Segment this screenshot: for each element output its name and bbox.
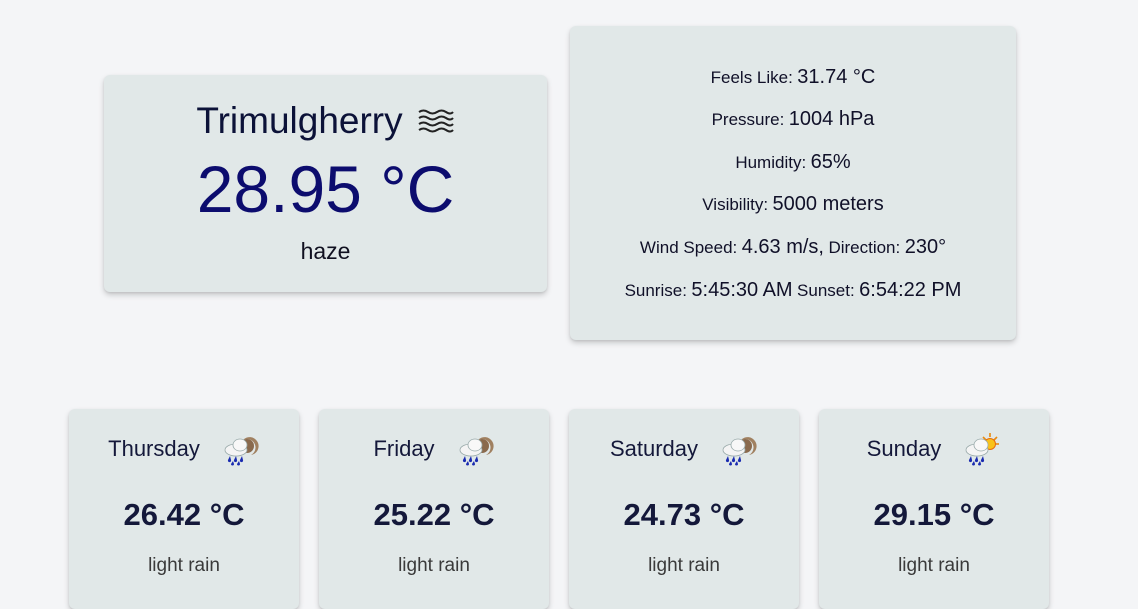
feels-like-label: Feels Like:: [710, 68, 793, 87]
current-weather-card: Trimulgherry 28.95 °C haze: [104, 75, 547, 292]
forecast-day: Thursday: [108, 436, 200, 461]
rain-day-icon: [961, 431, 1001, 467]
forecast-temperature: 26.42 °C: [123, 497, 245, 532]
weather-details-card: Feels Like: 31.74 °C Pressure: 1004 hPa …: [570, 26, 1016, 340]
sunrise-label: Sunrise:: [624, 281, 687, 300]
forecast-temperature: 24.73 °C: [623, 497, 745, 532]
wind-direction-value: 230°: [904, 236, 947, 258]
haze-icon: [417, 108, 455, 134]
city-name: Trimulgherry: [196, 100, 403, 141]
forecast-description: light rain: [148, 555, 220, 576]
rain-night-icon: [718, 431, 758, 467]
sunset-value: 6:54:22 PM: [859, 279, 962, 301]
sunset-label: Sunset:: [797, 281, 855, 300]
wind-speed-value: 4.63 m/s,: [741, 236, 824, 258]
rain-night-icon: [455, 431, 495, 467]
current-description: haze: [300, 238, 351, 264]
feels-like-value: 31.74 °C: [797, 66, 876, 88]
city-row: Trimulgherry: [104, 99, 547, 143]
forecast-day: Sunday: [866, 436, 942, 461]
forecast-header: Sunday: [819, 429, 1049, 469]
forecast-description: light rain: [898, 555, 970, 576]
humidity-value: 65%: [810, 151, 851, 173]
rain-night-icon: [220, 431, 260, 467]
forecast-description: light rain: [398, 555, 470, 576]
pressure-value: 1004 hPa: [788, 108, 875, 130]
forecast-temperature: 25.22 °C: [373, 497, 495, 532]
sun-row: Sunrise: 5:45:30 AM Sunset: 6:54:22 PM: [570, 277, 1016, 305]
pressure-label: Pressure:: [711, 110, 785, 129]
visibility-label: Visibility:: [702, 195, 769, 214]
forecast-card-thursday: Thursday 26.42 °C light rain: [69, 409, 299, 609]
visibility-row: Visibility: 5000 meters: [570, 191, 1016, 219]
forecast-description: light rain: [648, 555, 720, 576]
pressure-row: Pressure: 1004 hPa: [570, 106, 1016, 134]
forecast-header: Thursday: [69, 429, 299, 469]
forecast-header: Friday: [319, 429, 549, 469]
feels-like-row: Feels Like: 31.74 °C: [570, 64, 1016, 92]
forecast-header: Saturday: [569, 429, 799, 469]
forecast-day: Saturday: [609, 436, 699, 461]
current-temperature: 28.95 °C: [196, 152, 455, 226]
sunrise-value: 5:45:30 AM: [691, 279, 793, 301]
forecast-card-sunday: Sunday 29.15 °C light rain: [819, 409, 1049, 609]
forecast-card-friday: Friday 25.22 °C light rain: [319, 409, 549, 609]
humidity-label: Humidity:: [735, 153, 807, 172]
wind-row: Wind Speed: 4.63 m/s, Direction: 230°: [570, 234, 1016, 262]
visibility-value: 5000 meters: [772, 193, 884, 215]
forecast-card-saturday: Saturday 24.73 °C light rain: [569, 409, 799, 609]
wind-speed-label: Wind Speed:: [639, 238, 738, 257]
wind-direction-label: Direction:: [828, 238, 901, 257]
forecast-temperature: 29.15 °C: [873, 497, 995, 532]
humidity-row: Humidity: 65%: [570, 149, 1016, 177]
forecast-day: Friday: [373, 436, 435, 461]
